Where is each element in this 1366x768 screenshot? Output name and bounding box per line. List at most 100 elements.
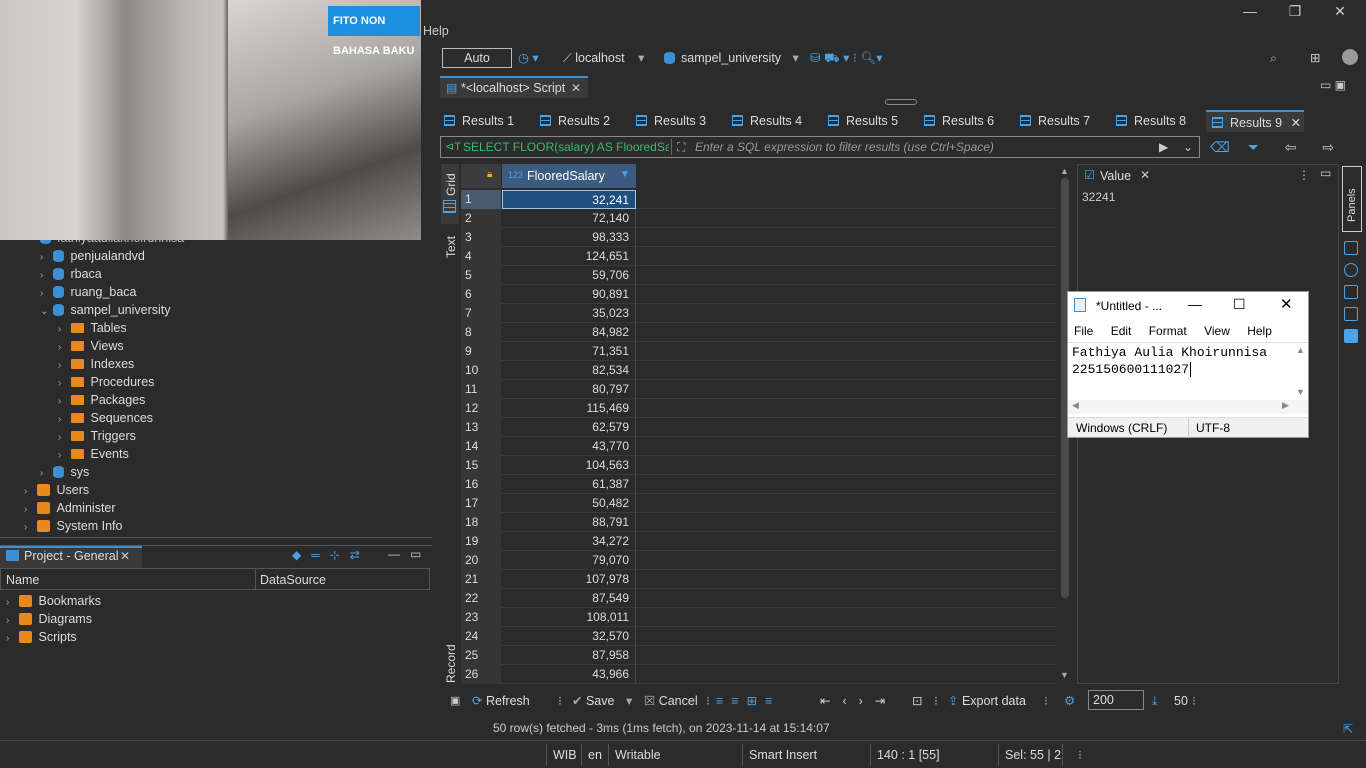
tree-item-procedures[interactable]: › Procedures <box>58 373 154 391</box>
search-icon[interactable]: ⌕ <box>1270 49 1277 67</box>
tab-text[interactable]: Text <box>444 236 458 258</box>
minimize-editor-icon[interactable]: ▭ ▣ <box>1320 78 1346 92</box>
tab-results-2[interactable]: Results 2 <box>540 110 610 132</box>
table-row[interactable]: 17 50,482 <box>461 494 1056 513</box>
project-item-diagrams[interactable]: › Diagrams <box>6 610 92 628</box>
cell-flooredsalary[interactable]: 84,982 <box>502 323 636 342</box>
table-row[interactable]: 8 84,982 <box>461 323 1056 342</box>
calc-icon[interactable] <box>1344 285 1358 299</box>
row-number[interactable]: 13 <box>461 418 501 437</box>
table-row[interactable]: 12 115,469 <box>461 399 1056 418</box>
cell-flooredsalary[interactable]: 71,351 <box>502 342 636 361</box>
row-number[interactable]: 17 <box>461 494 501 513</box>
row-number[interactable]: 1 <box>461 190 501 209</box>
grouping-icon[interactable] <box>1344 307 1358 321</box>
cell-flooredsalary[interactable]: 32,241 <box>502 190 636 209</box>
menu-view[interactable]: View <box>1204 324 1230 338</box>
cell-flooredsalary[interactable]: 87,549 <box>502 589 636 608</box>
cell-flooredsalary[interactable]: 115,469 <box>502 399 636 418</box>
row-number[interactable]: 22 <box>461 589 501 608</box>
table-row[interactable]: 2 72,140 <box>461 209 1056 228</box>
export-data-button[interactable]: ⇪ Export data <box>948 692 1026 710</box>
table-row[interactable]: 20 79,070 <box>461 551 1056 570</box>
cell-flooredsalary[interactable]: 79,070 <box>502 551 636 570</box>
table-row[interactable]: 24 32,570 <box>461 627 1056 646</box>
menu-format[interactable]: Format <box>1149 324 1187 338</box>
table-row[interactable]: 26 43,966 <box>461 665 1056 684</box>
tab-record[interactable]: Record <box>444 644 458 683</box>
row-number[interactable]: 5 <box>461 266 501 285</box>
row-number[interactable]: 19 <box>461 532 501 551</box>
cell-flooredsalary[interactable]: 107,978 <box>502 570 636 589</box>
row-number[interactable]: 12 <box>461 399 501 418</box>
tree-item-db[interactable]: › rbaca <box>40 265 102 283</box>
menu-file[interactable]: File <box>1074 324 1093 338</box>
refresh-button[interactable]: ⟳ Refresh <box>472 692 530 710</box>
cell-flooredsalary[interactable]: 80,797 <box>502 380 636 399</box>
project-item-bookmarks[interactable]: › Bookmarks <box>6 592 101 610</box>
table-row[interactable]: 5 59,706 <box>461 266 1056 285</box>
sort-icon[interactable]: ▼ <box>620 169 630 180</box>
menu-help[interactable]: Help <box>1247 324 1272 338</box>
cell-flooredsalary[interactable]: 35,023 <box>502 304 636 323</box>
tree-item-views[interactable]: › Views <box>58 337 124 355</box>
close-window-icon[interactable]: ✕ <box>1320 2 1360 20</box>
record-mode-icon[interactable]: ▣ <box>450 692 460 710</box>
filter-icon[interactable]: ⏷ <box>1248 139 1259 155</box>
table-row[interactable]: 23 108,011 <box>461 608 1056 627</box>
minimize-icon[interactable]: ▭ <box>1320 166 1331 180</box>
cell-flooredsalary[interactable]: 50,482 <box>502 494 636 513</box>
tree-item-system-info[interactable]: › System Info <box>24 517 122 535</box>
scroll-down-icon[interactable]: ▼ <box>1060 670 1069 680</box>
table-row[interactable]: 3 98,333 <box>461 228 1056 247</box>
cell-flooredsalary[interactable]: 43,770 <box>502 437 636 456</box>
row-number[interactable]: 24 <box>461 627 501 646</box>
value-content[interactable]: 32241 <box>1082 190 1115 204</box>
notepad-editor[interactable]: Fathiya Aulia Khoirunnisa 22515060011102… <box>1068 342 1308 400</box>
minimize-icon[interactable]: — <box>1188 296 1202 312</box>
maximize-icon[interactable]: ☐ <box>1233 296 1246 313</box>
row-number[interactable]: 16 <box>461 475 501 494</box>
tree-item-db[interactable]: › ruang_baca <box>40 283 137 301</box>
table-row[interactable]: 19 34,272 <box>461 532 1056 551</box>
cell-flooredsalary[interactable]: 32,570 <box>502 627 636 646</box>
history-icon[interactable]: ◷ ▾ <box>518 49 539 67</box>
cell-flooredsalary[interactable]: 43,966 <box>502 665 636 684</box>
minimize-icon[interactable]: — <box>388 547 400 561</box>
cell-flooredsalary[interactable]: 104,563 <box>502 456 636 475</box>
close-icon[interactable]: ✕ <box>1140 168 1150 182</box>
table-row[interactable]: 16 61,387 <box>461 475 1056 494</box>
menu-help[interactable]: Help <box>423 24 449 38</box>
cell-flooredsalary[interactable]: 62,579 <box>502 418 636 437</box>
row-number[interactable]: 14 <box>461 437 501 456</box>
row-number[interactable]: 4 <box>461 247 501 266</box>
column-header-flooredsalary[interactable]: 123 FlooredSalary ▼ <box>502 164 636 188</box>
metadata-icon[interactable] <box>1344 263 1358 277</box>
cell-flooredsalary[interactable]: 59,706 <box>502 266 636 285</box>
row-number[interactable]: 20 <box>461 551 501 570</box>
table-row[interactable]: 7 35,023 <box>461 304 1056 323</box>
table-row[interactable]: 25 87,958 <box>461 646 1056 665</box>
chevron-down-icon[interactable]: ⌄ <box>1183 140 1193 154</box>
tab-results-8[interactable]: Results 8 <box>1116 110 1186 132</box>
tab-results-5[interactable]: Results 5 <box>828 110 898 132</box>
row-number[interactable]: 3 <box>461 228 501 247</box>
table-row[interactable]: 15 104,563 <box>461 456 1056 475</box>
cell-flooredsalary[interactable]: 61,387 <box>502 475 636 494</box>
forward-icon[interactable]: ⇨ <box>1322 139 1334 155</box>
tree-item-users[interactable]: › Users <box>24 481 89 499</box>
row-number[interactable]: 21 <box>461 570 501 589</box>
table-row[interactable]: 18 88,791 <box>461 513 1056 532</box>
row-edit-icons[interactable]: ≡≡⊞≡ <box>716 692 780 710</box>
tree-item-tables[interactable]: › Tables <box>58 319 127 337</box>
tab-results-6[interactable]: Results 6 <box>924 110 994 132</box>
notepad-hscroll[interactable]: ◀ ▶ <box>1068 400 1308 414</box>
tab-results-7[interactable]: Results 7 <box>1020 110 1090 132</box>
close-icon[interactable]: ✕ <box>571 81 581 95</box>
source-query[interactable]: SELECT FLOOR(salary) AS FlooredSalary <box>463 140 669 154</box>
close-icon[interactable]: ✕ <box>1291 116 1301 130</box>
project-item-scripts[interactable]: › Scripts <box>6 628 77 646</box>
tree-item-sequences[interactable]: › Sequences <box>58 409 153 427</box>
navigation-icons[interactable]: ⇤‹›⇥ <box>820 692 897 710</box>
row-number[interactable]: 6 <box>461 285 501 304</box>
